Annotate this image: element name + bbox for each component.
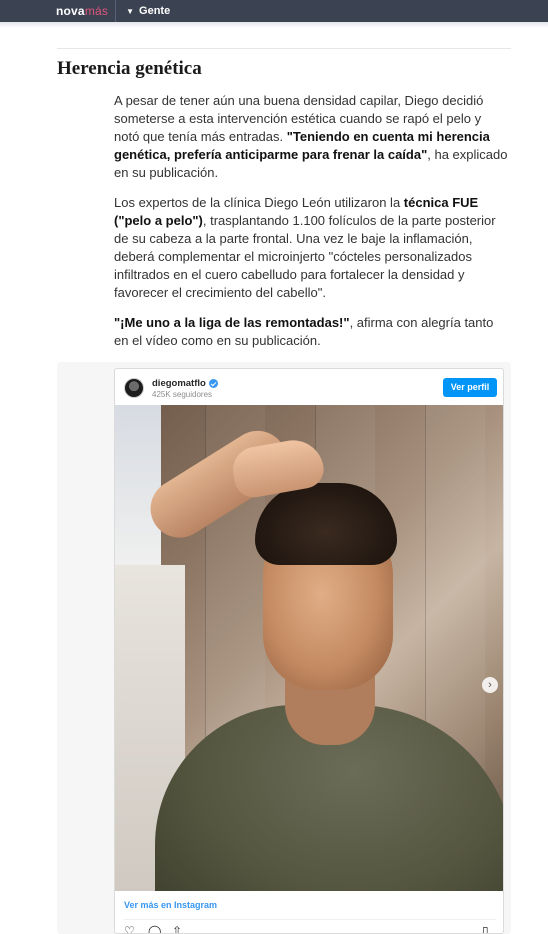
view-more-link[interactable]: Ver más en Instagram [124, 900, 217, 910]
avatar[interactable] [124, 378, 144, 398]
ig-divider [124, 919, 496, 920]
ig-header: diegomatflo 425K seguidores Ver perfil [115, 369, 503, 405]
view-profile-button[interactable]: Ver perfil [443, 378, 497, 397]
heart-icon[interactable]: ♡ [124, 925, 135, 933]
paragraph-3: "¡Me uno a la liga de las remontadas!", … [114, 314, 510, 350]
navbar-shadow [0, 22, 548, 28]
nav-divider [115, 0, 117, 22]
logo-text-nova: nova [56, 4, 85, 18]
ig-post-image[interactable]: › [115, 405, 503, 891]
verified-badge-icon [208, 379, 218, 388]
section-menu[interactable]: ▼ Gente [126, 5, 170, 17]
bookmark-icon[interactable]: ▯ [482, 925, 489, 933]
carousel-next-icon[interactable]: › [482, 677, 498, 693]
follower-count: 425K seguidores [152, 390, 213, 399]
comment-icon[interactable]: ◯ [148, 925, 161, 933]
photo-hair [255, 483, 397, 565]
paragraph-2: Los expertos de la clínica Diego León ut… [114, 194, 510, 302]
site-logo[interactable]: novamás [56, 4, 108, 18]
p2-text: Los expertos de la clínica Diego León ut… [114, 195, 404, 210]
paragraph-1: A pesar de tener aún una buena densidad … [114, 92, 510, 182]
ig-action-bar: ♡ ◯ ⇧ ▯ [115, 925, 503, 933]
ig-username[interactable]: diegomatflo [152, 378, 218, 389]
caret-down-icon: ▼ [126, 6, 135, 16]
top-navbar: novamás ▼ Gente [0, 0, 548, 22]
section-divider [57, 48, 511, 49]
logo-text-mas: más [84, 4, 109, 18]
section-label: Gente [139, 5, 171, 17]
section-heading: Herencia genética [57, 58, 202, 79]
username-text: diegomatflo [152, 378, 206, 389]
p3-quote: "¡Me uno a la liga de las remontadas!" [114, 315, 350, 330]
article-body: A pesar de tener aún una buena densidad … [114, 92, 510, 362]
instagram-embed: diegomatflo 425K seguidores Ver perfil ›… [114, 368, 504, 934]
share-icon[interactable]: ⇧ [172, 925, 182, 933]
